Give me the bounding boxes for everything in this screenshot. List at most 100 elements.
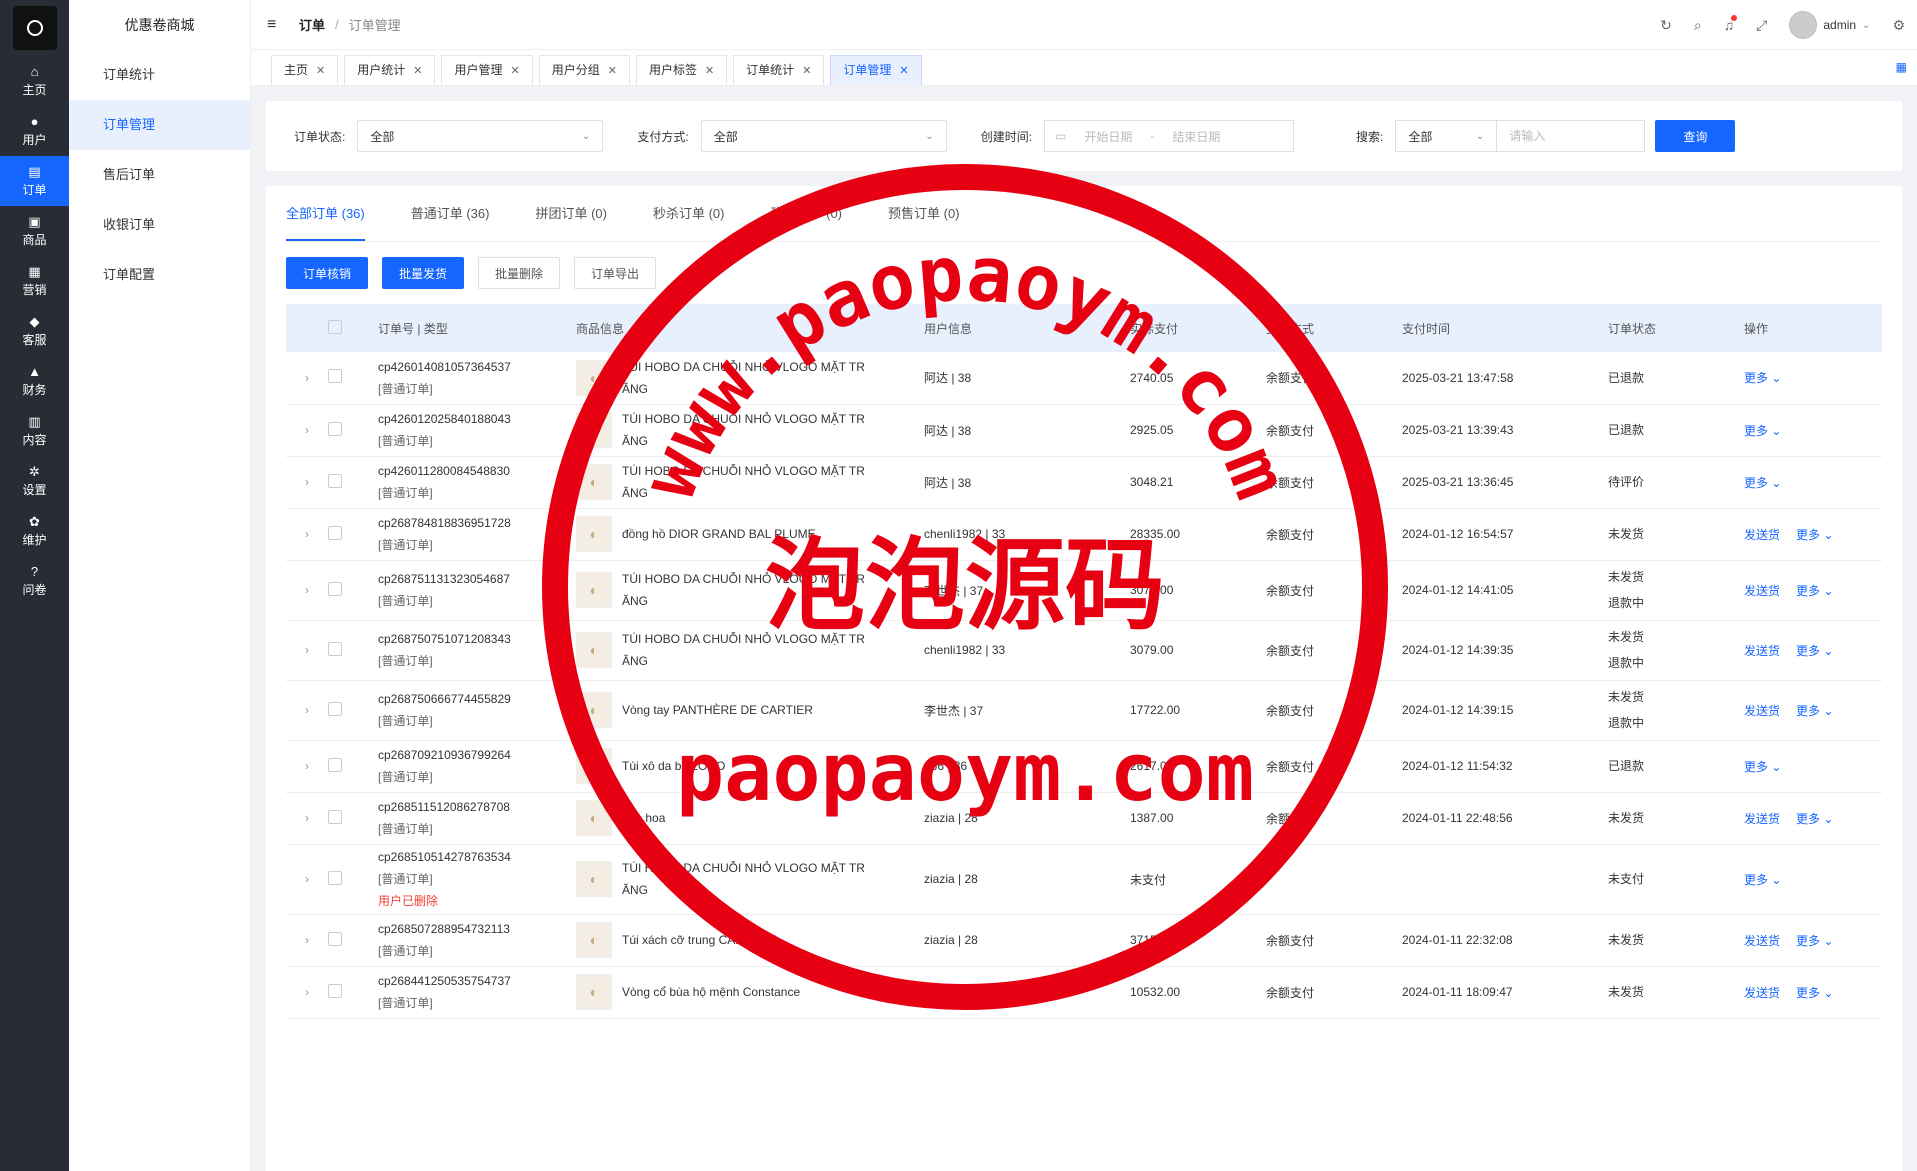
close-icon[interactable]: ✕ [802, 65, 811, 77]
chevron-right-icon[interactable]: › [305, 933, 309, 947]
select-all-checkbox[interactable] [328, 319, 342, 334]
rail-item-0[interactable]: ⌂ 主页 [0, 56, 69, 106]
fullscreen-icon[interactable]: ⤢ [1756, 17, 1767, 34]
action-button-1[interactable]: 批量发货 [382, 257, 465, 289]
chevron-right-icon[interactable]: › [305, 475, 309, 489]
submenu-item-0[interactable]: 订单统计 [69, 50, 250, 100]
rail-item-4[interactable]: ▦ 营销 [0, 256, 69, 306]
search-scope-select[interactable]: 全部 ⌄ [1395, 120, 1498, 152]
rail-item-10[interactable]: ? 问卷 [0, 556, 69, 606]
row-checkbox[interactable] [328, 701, 342, 716]
row-checkbox[interactable] [328, 983, 342, 998]
table-row[interactable]: › cp268507288954732113 [普通订单] ◐ Túi xách cỡ … [286, 914, 1882, 967]
close-icon[interactable]: ✕ [510, 65, 519, 77]
table-row[interactable]: › cp268751131323054687 [普通订单] ◐ TÚI HOBO DA … [286, 560, 1882, 621]
more-menu[interactable]: 更多 ⌄ [1796, 526, 1833, 543]
chevron-right-icon[interactable]: › [305, 583, 309, 597]
user-menu[interactable]: admin ⌄ [1789, 11, 1870, 39]
action-button-2[interactable]: 批量删除 [478, 257, 561, 289]
row-checkbox[interactable] [328, 525, 342, 540]
row-checkbox[interactable] [328, 809, 342, 824]
submenu-item-1[interactable]: 订单管理 [69, 100, 250, 150]
rail-item-7[interactable]: ▥ 内容 [0, 406, 69, 456]
date-range-picker[interactable]: ▭ 开始日期 - 结束日期 [1044, 120, 1295, 152]
tab-0[interactable]: 主页 ✕ [271, 55, 339, 85]
rail-item-1[interactable]: ● 用户 [0, 106, 69, 156]
more-menu[interactable]: 更多 ⌄ [1796, 932, 1833, 949]
search-input[interactable] [1497, 120, 1646, 152]
table-row[interactable]: › cp268750666774455829 [普通订单] ◐ Vòng tay PAN… [286, 680, 1882, 741]
rail-item-8[interactable]: ✲ 设置 [0, 456, 69, 506]
tab-1[interactable]: 用户统计 ✕ [344, 55, 436, 85]
tab-2[interactable]: 用户管理 ✕ [441, 55, 533, 85]
ship-link[interactable]: 发送货 [1744, 984, 1780, 1001]
pay-method-select[interactable]: 全部 ⌄ [700, 120, 947, 152]
close-icon[interactable]: ✕ [413, 65, 422, 77]
table-row[interactable]: › cp268441250535754737 [普通订单] ◐ Vòng cổ bùa … [286, 966, 1882, 1019]
row-checkbox[interactable] [328, 473, 342, 488]
ship-link[interactable]: 发送货 [1744, 526, 1780, 543]
more-menu[interactable]: 更多 ⌄ [1744, 758, 1781, 775]
more-menu[interactable]: 更多 ⌄ [1796, 984, 1833, 1001]
order-tab-2[interactable]: 拼团订单 (0) [535, 199, 607, 241]
chevron-right-icon[interactable]: › [305, 759, 309, 773]
chevron-right-icon[interactable]: › [305, 371, 309, 385]
action-button-3[interactable]: 订单导出 [574, 257, 657, 289]
rail-item-6[interactable]: ▲ 财务 [0, 356, 69, 406]
gear-icon[interactable]: ⚙ [1892, 17, 1905, 34]
row-checkbox[interactable] [328, 931, 342, 946]
tab-5[interactable]: 订单统计 ✕ [733, 55, 825, 85]
submenu-item-4[interactable]: 订单配置 [69, 250, 250, 300]
chevron-right-icon[interactable]: › [305, 872, 309, 886]
row-checkbox[interactable] [328, 870, 342, 885]
close-icon[interactable]: ✕ [608, 65, 617, 77]
menu-toggle-icon[interactable]: ≡ [267, 16, 283, 34]
ship-link[interactable]: 发送货 [1744, 810, 1780, 827]
order-tab-1[interactable]: 普通订单 (36) [411, 199, 490, 241]
rail-item-2[interactable]: ▤ 订单 [0, 156, 69, 206]
submenu-item-2[interactable]: 售后订单 [69, 150, 250, 200]
row-checkbox[interactable] [328, 369, 342, 384]
more-menu[interactable]: 更多 ⌄ [1744, 422, 1781, 439]
table-row[interactable]: › cp268784818836951728 [普通订单] ◐ đồng hồ DIOR… [286, 508, 1882, 561]
close-icon[interactable]: ✕ [316, 65, 325, 77]
more-menu[interactable]: 更多 ⌄ [1796, 642, 1833, 659]
more-menu[interactable]: 更多 ⌄ [1744, 369, 1781, 386]
tab-3[interactable]: 用户分组 ✕ [538, 55, 630, 85]
ship-link[interactable]: 发送货 [1744, 932, 1780, 949]
ship-link[interactable]: 发送货 [1744, 582, 1780, 599]
tab-6[interactable]: 订单管理 ✕ [830, 55, 922, 85]
ship-link[interactable]: 发送货 [1744, 642, 1780, 659]
chevron-right-icon[interactable]: › [305, 643, 309, 657]
more-menu[interactable]: 更多 ⌄ [1744, 474, 1781, 491]
submenu-item-3[interactable]: 收银订单 [69, 200, 250, 250]
chevron-right-icon[interactable]: › [305, 703, 309, 717]
chevron-right-icon[interactable]: › [305, 985, 309, 999]
order-tab-0[interactable]: 全部订单 (36) [286, 199, 365, 241]
order-tab-4[interactable]: 砍价订单 (0) [771, 199, 843, 241]
grid-icon[interactable]: ▦ [1896, 60, 1907, 74]
order-tab-5[interactable]: 预售订单 (0) [888, 199, 960, 241]
more-menu[interactable]: 更多 ⌄ [1796, 810, 1833, 827]
order-tab-3[interactable]: 秒杀订单 (0) [653, 199, 725, 241]
breadcrumb-main[interactable]: 订单 [299, 15, 325, 34]
row-checkbox[interactable] [328, 757, 342, 772]
rail-item-9[interactable]: ✿ 维护 [0, 506, 69, 556]
chevron-right-icon[interactable]: › [305, 423, 309, 437]
table-row[interactable]: › cp268510514278763534 [普通订单] 用户已删除 ◐ TÚI HOB… [286, 844, 1882, 915]
refresh-icon[interactable]: ↻ [1660, 17, 1672, 34]
ship-link[interactable]: 发送货 [1744, 702, 1780, 719]
row-checkbox[interactable] [328, 581, 342, 596]
table-row[interactable]: › cp268709210936799264 [普通订单] ◐ Túi xô da bê… [286, 740, 1882, 793]
chevron-right-icon[interactable]: › [305, 811, 309, 825]
more-menu[interactable]: 更多 ⌄ [1796, 702, 1833, 719]
status-select[interactable]: 全部 ⌄ [357, 120, 604, 152]
action-button-0[interactable]: 订单核销 [286, 257, 369, 289]
row-checkbox[interactable] [328, 421, 342, 436]
rail-item-3[interactable]: ▣ 商品 [0, 206, 69, 256]
query-button[interactable]: 查询 [1655, 120, 1736, 152]
chevron-right-icon[interactable]: › [305, 527, 309, 541]
close-icon[interactable]: ✕ [899, 65, 908, 77]
close-icon[interactable]: ✕ [705, 65, 714, 77]
table-row[interactable]: › cp426014081057364537 [普通订单] ◐ TÚI HOBO DA … [286, 352, 1882, 405]
